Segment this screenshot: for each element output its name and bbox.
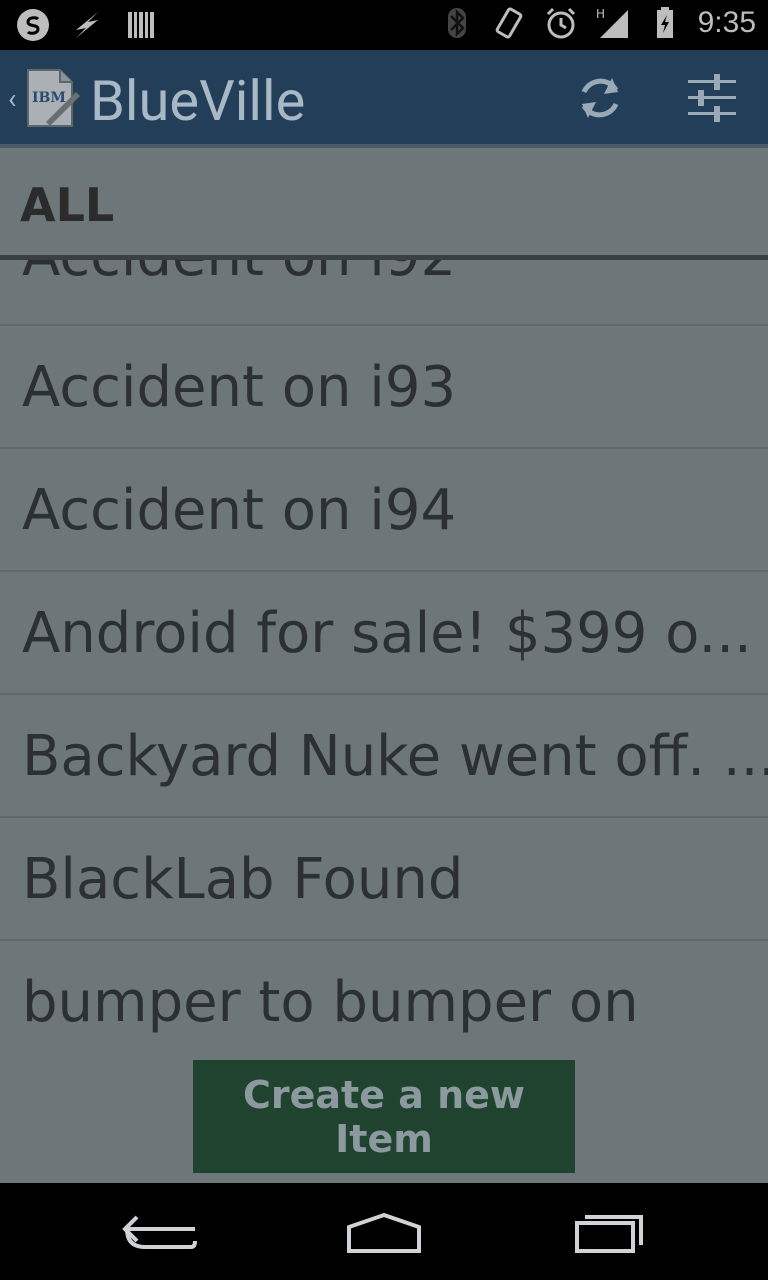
vibrate-icon: [495, 7, 522, 39]
section-header: ALL: [0, 148, 768, 260]
up-caret-icon[interactable]: ‹: [8, 82, 16, 115]
list-item-label: Accident on i92: [22, 260, 456, 289]
svg-text:IBM: IBM: [32, 90, 66, 106]
barcode-icon: [128, 12, 154, 38]
action-bar: ‹ IBM BlueVille: [0, 50, 768, 144]
status-bar: H 9:35: [0, 0, 768, 50]
create-item-button[interactable]: Create a new Item: [193, 1060, 575, 1173]
list-item[interactable]: Accident on i93: [0, 325, 768, 449]
settings-sliders-icon[interactable]: [684, 72, 740, 124]
clock: 9:35: [697, 6, 756, 39]
list-item[interactable]: Accident on i92: [0, 260, 768, 326]
navigation-bar: [0, 1183, 768, 1280]
section-label: ALL: [20, 178, 115, 232]
signal-icon: H: [596, 7, 628, 38]
app-logo-icon[interactable]: IBM: [24, 66, 80, 130]
home-icon[interactable]: [339, 1207, 429, 1257]
skype-icon: [17, 9, 49, 41]
svg-text:H: H: [596, 7, 605, 21]
list-item[interactable]: Accident on i94: [0, 448, 768, 572]
list-item[interactable]: bumper to bumper on: [0, 940, 768, 1060]
list-item[interactable]: Android for sale! $399 o...: [0, 571, 768, 695]
recent-apps-icon[interactable]: [565, 1207, 655, 1257]
list-item[interactable]: BlackLab Found: [0, 817, 768, 941]
list-item-label: BlackLab Found: [22, 847, 464, 912]
app-title: BlueVille: [90, 68, 306, 134]
back-icon[interactable]: [115, 1207, 205, 1257]
refresh-icon[interactable]: [572, 72, 628, 124]
list-item-label: bumper to bumper on: [22, 970, 639, 1035]
item-list[interactable]: Accident on i92 Accident on i93 Accident…: [0, 260, 768, 1060]
bluetooth-icon: [447, 8, 466, 38]
list-item-label: Accident on i94: [22, 478, 457, 543]
list-item[interactable]: Backyard Nuke went off. ...: [0, 694, 768, 818]
list-item-label: Accident on i93: [22, 355, 457, 420]
battery-icon: [656, 7, 673, 38]
list-item-label: Backyard Nuke went off. ...: [22, 724, 768, 789]
alarm-icon: [546, 7, 575, 39]
list-item-label: Android for sale! $399 o...: [22, 601, 752, 666]
flash-icon: [76, 12, 98, 38]
